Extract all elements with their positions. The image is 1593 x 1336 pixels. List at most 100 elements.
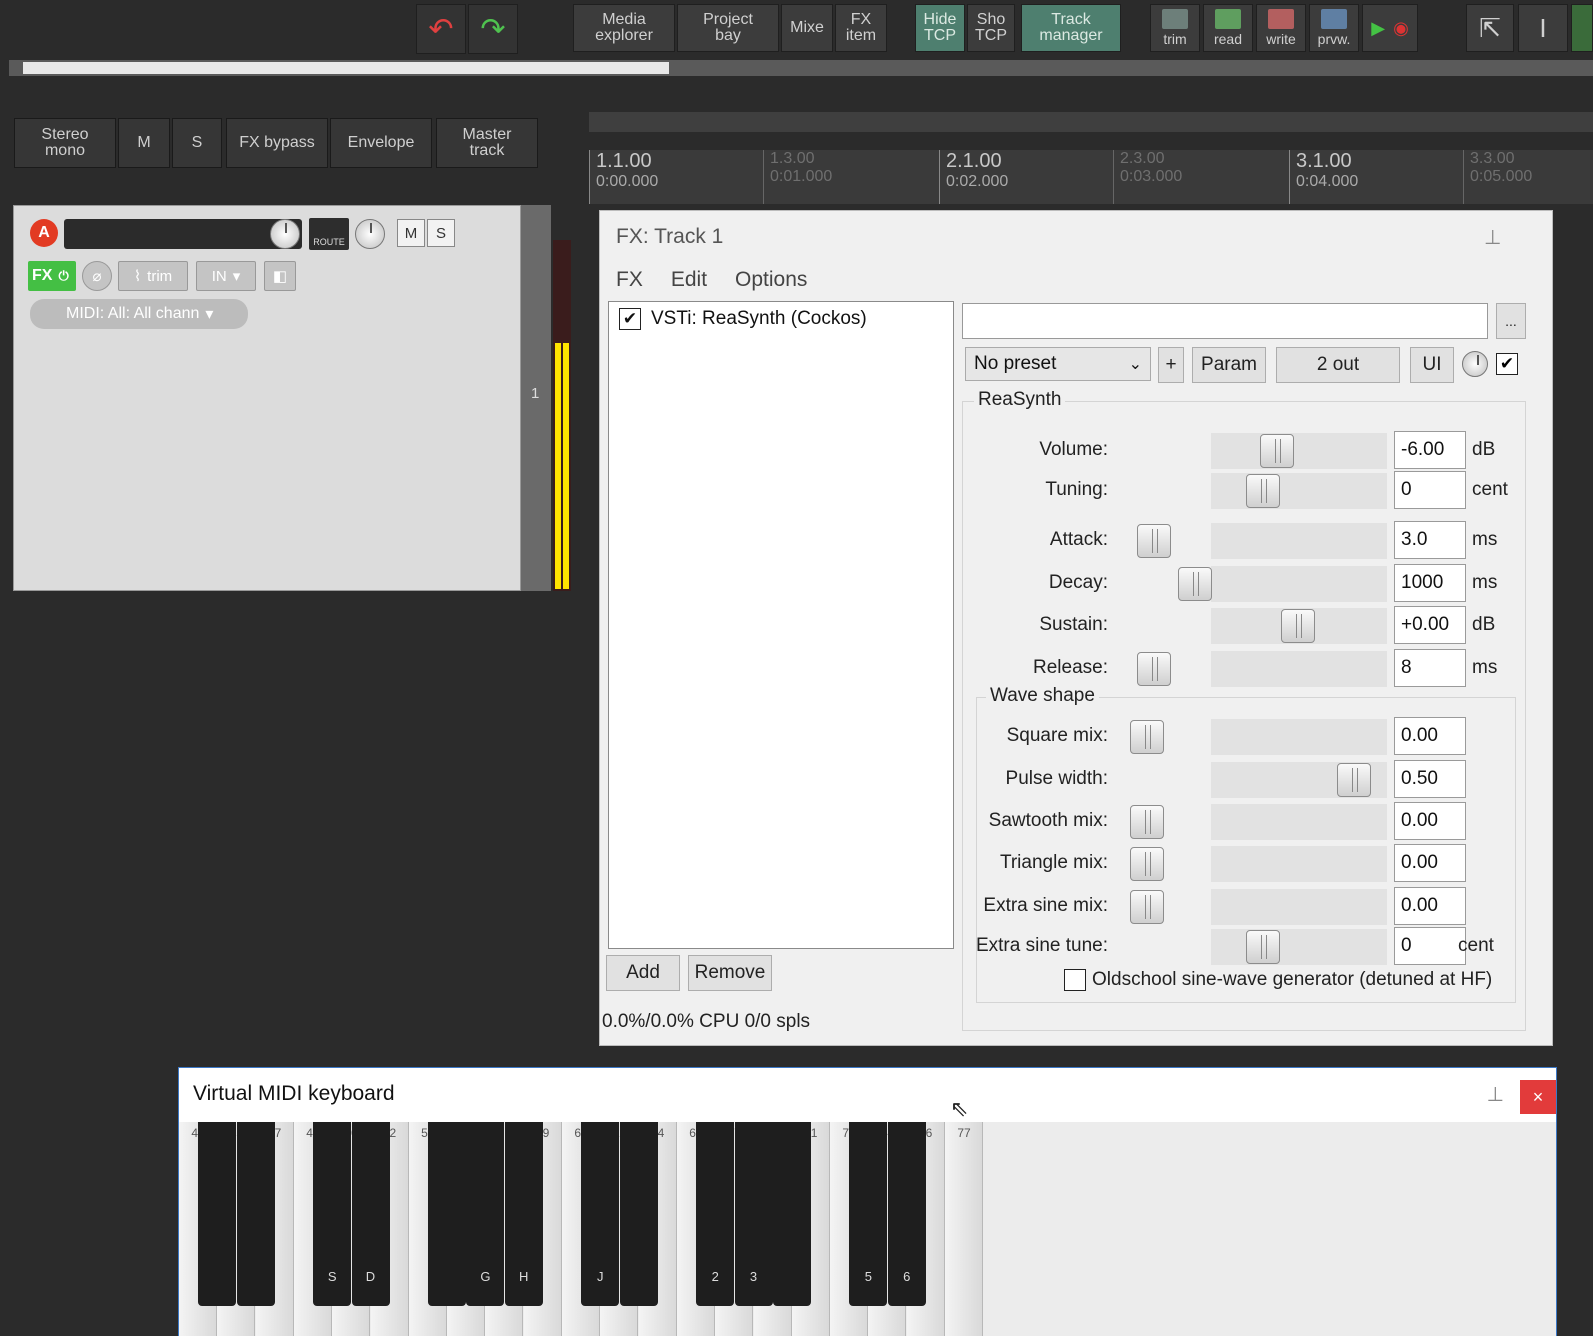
- input-button[interactable]: IN ▾: [196, 261, 256, 291]
- master-track-button[interactable]: Master track: [436, 118, 538, 168]
- fx-bypass-button[interactable]: FX bypass: [226, 118, 328, 168]
- param-slider-thumb[interactable]: [1337, 763, 1371, 797]
- ui-button[interactable]: UI: [1410, 347, 1454, 383]
- black-key[interactable]: 5: [849, 1122, 888, 1306]
- black-key[interactable]: 6: [887, 1122, 926, 1306]
- oldschool-checkbox[interactable]: [1064, 969, 1086, 991]
- param-slider-track[interactable]: [1211, 889, 1387, 925]
- automation-read-button[interactable]: read: [1203, 4, 1253, 52]
- param-slider-track[interactable]: [1211, 804, 1387, 840]
- black-key[interactable]: [236, 1122, 275, 1306]
- pan-knob[interactable]: [355, 219, 385, 249]
- automation-write-button[interactable]: write: [1256, 4, 1306, 52]
- black-key[interactable]: 2: [696, 1122, 735, 1306]
- param-slider-track[interactable]: [1211, 523, 1387, 559]
- fx-item-button[interactable]: FX item: [835, 4, 887, 52]
- add-fx-button[interactable]: Add: [606, 955, 680, 991]
- track-manager-button[interactable]: Track manager: [1021, 4, 1121, 52]
- param-slider-track[interactable]: [1211, 651, 1387, 687]
- extra-toolbar-button[interactable]: [1571, 4, 1593, 52]
- track-fx-button[interactable]: FX ⏻: [28, 261, 76, 291]
- remove-fx-button[interactable]: Remove: [688, 955, 772, 991]
- track-mute-button[interactable]: M: [397, 219, 425, 247]
- param-slider-track[interactable]: [1211, 433, 1387, 469]
- param-slider-track[interactable]: [1211, 846, 1387, 882]
- automation-preview-button[interactable]: prvw.: [1309, 4, 1359, 52]
- black-key[interactable]: G: [466, 1122, 505, 1306]
- param-slider-thumb[interactable]: [1260, 434, 1294, 468]
- preset-dropdown[interactable]: No preset ⌄: [965, 347, 1151, 381]
- param-slider-track[interactable]: [1211, 566, 1387, 602]
- oldschool-option[interactable]: Oldschool sine-wave generator (detuned a…: [1064, 969, 1492, 991]
- bypass-checkbox[interactable]: ✔: [1496, 353, 1518, 375]
- midi-input-selector[interactable]: MIDI: All: All chann ▾: [30, 299, 248, 329]
- fx-enable-checkbox[interactable]: ✔: [619, 308, 641, 330]
- fx-chain-item[interactable]: ✔ VSTi: ReaSynth (Cockos): [619, 308, 867, 330]
- param-value-field[interactable]: 1000: [1394, 564, 1466, 602]
- volume-knob[interactable]: [270, 219, 300, 249]
- header-solo-button[interactable]: S: [172, 118, 222, 168]
- black-key[interactable]: H: [504, 1122, 543, 1306]
- text-tool-button[interactable]: I: [1518, 4, 1568, 52]
- show-tcp-button[interactable]: Sho TCP: [967, 4, 1015, 52]
- io-button[interactable]: ◧: [264, 261, 296, 291]
- scrollbar-thumb[interactable]: [23, 62, 669, 74]
- hide-tcp-button[interactable]: Hide TCP: [915, 4, 965, 52]
- black-key[interactable]: [428, 1122, 467, 1306]
- trim-envelope-button[interactable]: ⌇ trim: [118, 261, 188, 291]
- browse-button[interactable]: ...: [1496, 303, 1526, 339]
- black-key[interactable]: [198, 1122, 237, 1306]
- virtual-midi-keyboard-window[interactable]: Virtual MIDI keyboard ⊥ × 43454748505253…: [178, 1067, 1557, 1336]
- param-slider-thumb[interactable]: [1246, 930, 1280, 964]
- timeline-ruler[interactable]: 1.1.00 0:00.000 1.3.00 0:01.000 2.1.00 0:02…: [589, 150, 1593, 204]
- output-routing-button[interactable]: 2 out: [1276, 347, 1400, 383]
- black-key[interactable]: [772, 1122, 811, 1306]
- param-value-field[interactable]: +0.00: [1394, 606, 1466, 644]
- param-value-field[interactable]: 0.00: [1394, 844, 1466, 882]
- param-slider-thumb[interactable]: [1130, 890, 1164, 924]
- pin-icon[interactable]: ⊥: [1484, 225, 1501, 250]
- param-value-field[interactable]: 3.0: [1394, 521, 1466, 559]
- param-slider-track[interactable]: [1211, 473, 1387, 509]
- piano-keys[interactable]: 4345474850525355575960626465676971727476…: [179, 1122, 1556, 1336]
- header-mute-button[interactable]: M: [118, 118, 170, 168]
- undo-button[interactable]: ↶: [416, 4, 466, 54]
- black-key[interactable]: S: [313, 1122, 352, 1306]
- param-slider-track[interactable]: [1211, 719, 1387, 755]
- black-key[interactable]: D: [351, 1122, 390, 1306]
- track-control-panel[interactable]: A ROUTE M S FX ⏻ ⌀ ⌇ trim IN ▾ ◧ MIDI: All:…: [13, 205, 521, 591]
- black-key[interactable]: [619, 1122, 658, 1306]
- white-key[interactable]: 77: [945, 1122, 983, 1336]
- param-value-field[interactable]: -6.00: [1394, 431, 1466, 469]
- close-button[interactable]: ×: [1520, 1080, 1556, 1114]
- media-explorer-button[interactable]: Media explorer: [573, 4, 675, 52]
- envelope-button[interactable]: Envelope: [330, 118, 432, 168]
- black-key[interactable]: J: [581, 1122, 620, 1306]
- param-value-field[interactable]: 0.00: [1394, 887, 1466, 925]
- wet-knob[interactable]: [1462, 351, 1488, 377]
- add-preset-button[interactable]: +: [1158, 347, 1184, 383]
- pin-icon[interactable]: ⊥: [1487, 1082, 1504, 1107]
- param-slider-thumb[interactable]: [1130, 847, 1164, 881]
- black-key[interactable]: 3: [734, 1122, 773, 1306]
- fx-window[interactable]: FX: Track 1 ⊥ FX Edit Options ✔ VSTi: Re…: [599, 210, 1553, 1046]
- menu-options[interactable]: Options: [735, 268, 807, 292]
- route-button[interactable]: ROUTE: [309, 218, 349, 250]
- track-solo-button[interactable]: S: [427, 219, 455, 247]
- mixer-button[interactable]: Mixe: [781, 4, 833, 52]
- record-arm-button[interactable]: A: [30, 219, 58, 247]
- phase-button[interactable]: ⌀: [82, 261, 112, 291]
- param-slider-thumb[interactable]: [1178, 567, 1212, 601]
- param-slider-thumb[interactable]: [1137, 652, 1172, 686]
- param-value-field[interactable]: 0: [1394, 927, 1466, 965]
- track-name-field[interactable]: [64, 219, 302, 249]
- param-value-field[interactable]: 0.50: [1394, 760, 1466, 798]
- project-bay-button[interactable]: Project bay: [677, 4, 779, 52]
- param-value-field[interactable]: 8: [1394, 649, 1466, 687]
- automation-trim-button[interactable]: trim: [1150, 4, 1200, 52]
- param-slider-thumb[interactable]: [1130, 805, 1164, 839]
- param-slider-thumb[interactable]: [1137, 524, 1172, 558]
- param-slider-track[interactable]: [1211, 929, 1387, 965]
- menu-fx[interactable]: FX: [616, 268, 643, 292]
- pointer-tool-button[interactable]: ⇱: [1466, 4, 1514, 52]
